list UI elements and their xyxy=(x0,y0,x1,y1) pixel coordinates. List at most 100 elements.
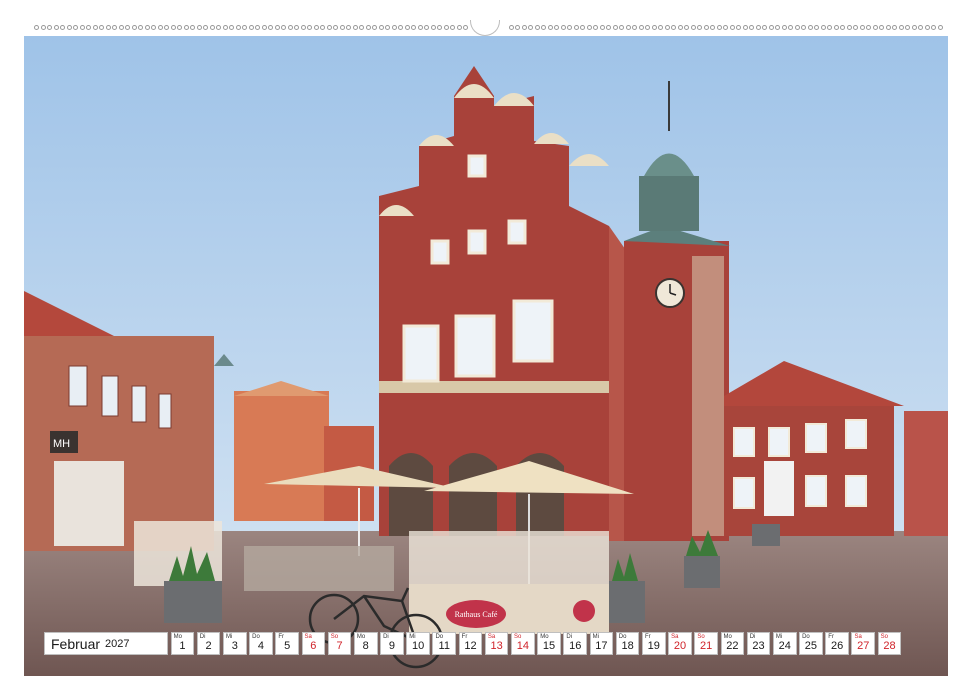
day-number: 12 xyxy=(464,640,477,652)
binding-ring xyxy=(716,25,722,30)
binding-ring xyxy=(892,25,897,30)
day-cells: Mo 1 Di 2 Mi 3 Do 4 Fr 5 Sa 6 So 7 Mo 8 Di 9 Mi 10 Do 11 Fr 12 S… xyxy=(168,632,902,655)
day-cell: Sa 20 xyxy=(668,632,692,655)
binding-ring xyxy=(131,25,137,30)
day-number: 14 xyxy=(516,640,529,652)
day-number: 22 xyxy=(726,640,739,652)
binding-ring xyxy=(294,25,299,30)
binding-ring xyxy=(528,25,533,30)
binding-ring xyxy=(632,25,637,30)
binding-ring xyxy=(53,25,59,30)
day-cell: So 14 xyxy=(511,632,535,655)
town-hall-scene: MH Rathaus Café xyxy=(24,36,948,676)
binding-ring xyxy=(47,25,52,30)
binding-ring xyxy=(859,25,865,30)
binding-ring xyxy=(463,25,468,30)
binding-ring xyxy=(248,25,254,30)
day-number: 23 xyxy=(752,640,765,652)
day-number: 1 xyxy=(179,640,186,652)
day-number: 10 xyxy=(411,640,425,652)
binding-ring xyxy=(664,25,670,30)
binding-ring xyxy=(586,25,592,30)
binding-ring xyxy=(924,25,930,30)
binding-ring xyxy=(872,25,878,30)
binding-ring xyxy=(261,25,267,30)
binding-ring xyxy=(268,25,273,30)
binding-ring xyxy=(417,25,423,30)
binding-ring xyxy=(658,25,663,30)
day-cell: Mo 22 xyxy=(720,632,745,655)
day-cell: Di 2 xyxy=(196,632,221,655)
day-cell: Mo 1 xyxy=(170,632,195,655)
day-number: 16 xyxy=(569,640,582,652)
day-number: 9 xyxy=(388,640,395,652)
day-number: 26 xyxy=(830,640,844,652)
day-cell: Di 16 xyxy=(563,632,587,655)
binding-ring xyxy=(911,25,917,30)
binding-ring xyxy=(794,25,800,30)
day-number: 17 xyxy=(595,640,608,652)
day-cell: Sa 6 xyxy=(301,632,326,655)
binding-ring xyxy=(144,25,150,30)
binding-ring xyxy=(697,25,702,30)
day-cell: Mo 8 xyxy=(353,632,378,655)
binding-ring xyxy=(326,25,332,30)
day-number: 11 xyxy=(438,640,450,652)
binding-ring xyxy=(931,25,936,30)
binding-ring xyxy=(801,25,806,30)
binding-ring xyxy=(385,25,390,30)
day-number: 15 xyxy=(542,640,556,652)
binding-ring xyxy=(762,25,767,30)
binding-ring xyxy=(34,25,39,30)
binding-ring xyxy=(391,25,397,30)
day-number: 20 xyxy=(673,640,687,652)
binding-ring xyxy=(879,25,884,30)
binding-ring xyxy=(229,25,234,30)
day-number: 28 xyxy=(883,640,896,652)
binding-ring xyxy=(242,25,247,30)
day-cell: Fr 12 xyxy=(458,632,483,655)
binding-ring xyxy=(79,25,85,30)
binding-ring xyxy=(729,25,735,30)
binding-ring xyxy=(359,25,364,30)
binding-ring xyxy=(612,25,618,30)
day-cell: So 21 xyxy=(694,632,718,655)
day-number: 8 xyxy=(362,640,369,652)
day-cell: Do 4 xyxy=(249,632,273,655)
binding-ring xyxy=(378,25,384,30)
binding-ring xyxy=(372,25,377,30)
day-cell: Do 25 xyxy=(799,632,823,655)
binding-ring xyxy=(346,25,351,30)
binding-ring xyxy=(183,25,189,30)
binding-ring xyxy=(515,25,520,30)
day-number: 13 xyxy=(490,640,503,652)
binding-ring xyxy=(840,25,845,30)
binding-ring xyxy=(619,25,624,30)
binding-ring xyxy=(307,25,312,30)
binding-ring xyxy=(918,25,923,30)
binding-ring xyxy=(547,25,553,30)
day-number: 4 xyxy=(257,640,265,652)
binding-ring xyxy=(118,25,124,30)
binding-ring xyxy=(190,25,195,30)
day-cell: Do 11 xyxy=(432,632,457,655)
binding-ring xyxy=(333,25,338,30)
binding-ring xyxy=(573,25,579,30)
day-number: 24 xyxy=(778,640,791,652)
binding-ring xyxy=(222,25,228,30)
binding-ring xyxy=(313,25,319,30)
binding-ring xyxy=(625,25,631,30)
binding-ring xyxy=(599,25,605,30)
day-cell: So 7 xyxy=(327,632,352,655)
binding-ring xyxy=(521,25,527,30)
day-number: 7 xyxy=(336,640,343,652)
day-number: 19 xyxy=(647,640,660,652)
binding-ring xyxy=(807,25,813,30)
binding-ring xyxy=(66,25,72,30)
binding-ring xyxy=(216,25,221,30)
binding-ring xyxy=(287,25,293,30)
binding-ring xyxy=(905,25,910,30)
year-label: 2027 xyxy=(105,637,130,650)
binding-ring xyxy=(827,25,832,30)
binding-ring xyxy=(92,25,98,30)
